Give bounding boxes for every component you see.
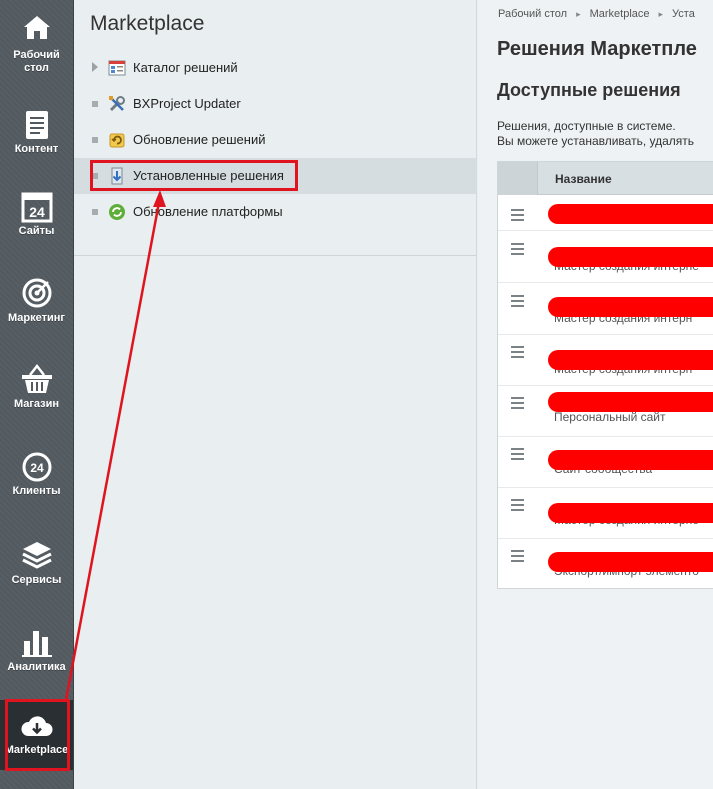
sidebar-item-label: Маркетинг [8, 312, 65, 324]
menu-item-bxproject-updater[interactable]: BXProject Updater [74, 86, 477, 122]
description-line: Вы можете устанавливать, удалять [497, 134, 695, 148]
redaction-mark [548, 350, 713, 370]
basket-icon [21, 363, 52, 393]
solutions-table: Название Мастер создания интерне Мастер … [497, 161, 713, 589]
section-title: Доступные решения [497, 80, 681, 100]
sidebar-item-label: Магазин [13, 398, 60, 410]
menu-title: Marketplace [90, 12, 205, 35]
bullet-icon [92, 137, 98, 143]
sidebar-item-label: Сайты [18, 225, 55, 237]
catalog-icon [108, 60, 126, 76]
home-icon [23, 16, 50, 39]
svg-text:24: 24 [30, 461, 44, 475]
header-handle-cell [498, 162, 538, 195]
annotation-highlight-installed [90, 160, 298, 191]
redaction-mark [548, 247, 713, 267]
table-row[interactable]: Мастер создания интерн [498, 335, 713, 386]
redaction-mark [548, 552, 713, 572]
row-menu-icon[interactable] [511, 550, 524, 562]
table-row[interactable]: Мастер создания интерн [498, 284, 713, 335]
redaction-mark [548, 297, 713, 317]
row-text[interactable]: Персональный сайт [554, 410, 666, 424]
target-icon [22, 278, 51, 308]
bar-chart-icon [21, 631, 52, 657]
menu-item-label: Обновление решений [133, 132, 266, 147]
menu-item-update-platform[interactable]: Обновление платформы [74, 194, 477, 230]
sidebar-item-label: Сервисы [11, 574, 62, 586]
sidebar-item-label: Аналитика [7, 661, 66, 673]
table-row[interactable]: Экспорт/импорт элементо [498, 539, 713, 590]
description-line: Решения, доступные в системе. [497, 119, 676, 133]
table-row[interactable]: Персональный сайт [498, 386, 713, 437]
main-content: Рабочий стол ▸ Marketplace ▸ Уста Решения Ма… [478, 0, 713, 789]
table-row[interactable]: Мастер создания интерне [498, 232, 713, 283]
breadcrumb-item[interactable]: Уста [672, 8, 695, 20]
sidebar-item-sites[interactable]: 24 Сайты [0, 180, 73, 264]
row-menu-icon[interactable] [511, 397, 524, 409]
sidebar-item-label: Контент [14, 143, 59, 155]
breadcrumb-separator-icon: ▸ [576, 9, 581, 19]
bullet-icon [92, 209, 98, 215]
redaction-mark [548, 503, 713, 523]
row-menu-icon[interactable] [511, 346, 524, 358]
sidebar-item-shop[interactable]: Магазин [0, 352, 73, 436]
menu-item-catalog[interactable]: Каталог решений [74, 50, 477, 86]
menu-item-update-solutions[interactable]: Обновление решений [74, 122, 477, 158]
row-menu-icon[interactable] [511, 499, 524, 511]
menu-item-label: Обновление платформы [133, 204, 283, 219]
breadcrumb-item[interactable]: Marketplace [590, 8, 650, 20]
sidebar-item-analytics[interactable]: Аналитика [0, 615, 73, 699]
layers-icon [21, 542, 52, 569]
chat-24-icon: 24 [22, 452, 51, 482]
breadcrumb: Рабочий стол ▸ Marketplace ▸ Уста [498, 8, 695, 20]
row-menu-icon[interactable] [511, 209, 524, 221]
sidebar-item-content[interactable]: Контент [0, 98, 73, 182]
document-icon [25, 111, 48, 139]
tools-icon [109, 96, 125, 112]
sidebar-item-services[interactable]: Сервисы [0, 528, 73, 612]
sidebar-item-label: Клиенты [12, 485, 61, 497]
breadcrumb-separator-icon: ▸ [658, 9, 664, 19]
description: Решения, доступные в системе. Вы можете … [497, 119, 694, 149]
calendar-24-icon: 24 [21, 192, 52, 223]
menu-item-label: Каталог решений [133, 60, 238, 75]
sidebar-item-label: Рабочий стол [13, 49, 60, 74]
column-header-name[interactable]: Название [555, 172, 612, 186]
expand-arrow-icon[interactable] [92, 62, 98, 72]
menu-item-label: BXProject Updater [133, 96, 241, 111]
annotation-highlight-marketplace [5, 699, 70, 771]
svg-text:24: 24 [29, 204, 45, 220]
redaction-mark [548, 392, 713, 412]
update-icon [109, 133, 125, 148]
menu-list: Каталог решений BXProject Updater Обновл… [74, 50, 477, 230]
row-menu-icon[interactable] [511, 295, 524, 307]
marketplace-menu-panel: Marketplace Каталог решений BXProject Up… [74, 0, 477, 789]
platform-update-icon [109, 204, 125, 220]
row-menu-icon[interactable] [511, 243, 524, 255]
table-row[interactable]: Сайт сообщества [498, 437, 713, 488]
main-sidebar: Рабочий стол Контент 24 Сайты Маркетинг [0, 0, 74, 789]
table-row[interactable] [498, 196, 713, 231]
menu-divider [74, 255, 477, 256]
row-menu-icon[interactable] [511, 448, 524, 460]
breadcrumb-item[interactable]: Рабочий стол [498, 8, 567, 20]
redaction-mark [548, 204, 713, 224]
sidebar-item-desktop[interactable]: Рабочий стол [0, 0, 73, 84]
table-row[interactable]: Мастер создания интерне [498, 488, 713, 539]
bullet-icon [92, 101, 98, 107]
sidebar-item-marketing[interactable]: Маркетинг [0, 265, 73, 349]
page-title: Решения Маркетпле [497, 38, 697, 60]
sidebar-item-clients[interactable]: 24 Клиенты [0, 440, 73, 524]
table-header: Название [498, 162, 713, 195]
redaction-mark [548, 450, 713, 470]
